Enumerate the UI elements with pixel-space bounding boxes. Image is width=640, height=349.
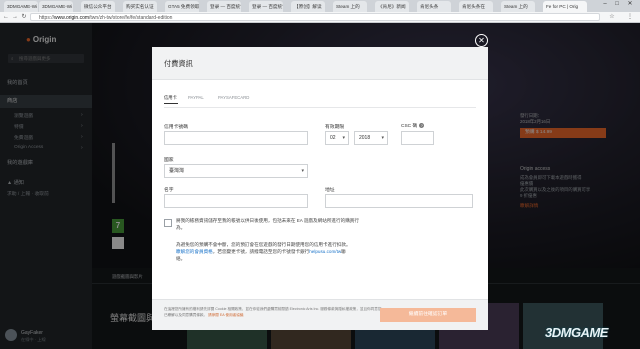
chevron-down-icon: ▾	[381, 135, 384, 141]
back-icon[interactable]: ←	[2, 13, 10, 21]
address-bar: ← → ↻ https://www.origin.com/twn/zh-tw/s…	[0, 12, 640, 23]
address-input[interactable]	[325, 194, 473, 208]
card-number-input[interactable]	[164, 131, 308, 145]
reload-icon[interactable]: ↻	[20, 13, 28, 21]
browser-tab[interactable]: 登录 — 百度统计	[207, 1, 241, 12]
continue-button[interactable]: 繼續前往確認訂單	[380, 308, 476, 322]
url-field[interactable]: https://www.origin.com/twn/zh-tw/store/f…	[30, 13, 600, 21]
help-site-link[interactable]: helpusu.com/tw	[309, 249, 341, 254]
browser-tab[interactable]: 《肯尼》新闻	[375, 1, 409, 12]
modal-header: 付費資訊	[152, 47, 488, 80]
watermark-logo: 3DMGAME	[545, 325, 608, 340]
tab-credit-card[interactable]: 信用卡	[164, 95, 177, 101]
tab-paypal[interactable]: PAYPAL	[188, 95, 204, 100]
browser-tab[interactable]: GTA5 免费领取	[165, 1, 199, 12]
address-label: 地址	[325, 188, 335, 193]
divider	[164, 107, 476, 108]
chevron-down-icon: ▾	[301, 168, 304, 174]
membership-link[interactable]: 瞭解您的會員資格	[176, 249, 213, 254]
close-window-icon[interactable]: ✕	[625, 0, 635, 8]
preorder-note: 為避免您的預購不會中斷，您的預訂會在您遊戲的發行日期使用您的信用卡進行扣款。瞭解…	[176, 242, 351, 261]
minimize-icon[interactable]: –	[600, 0, 610, 8]
csc-input[interactable]	[401, 131, 434, 145]
active-tab-underline	[164, 103, 178, 104]
browser-tab[interactable]: 微信公众平台	[81, 1, 115, 12]
tab-paysafecard[interactable]: PAYSAFECARD	[218, 95, 249, 100]
save-card-text: 將我的帳務資訊儲存至我的帳號以供日後使用，包括未來在 EA 遊戲及網站所進行的購…	[176, 218, 359, 230]
name-label: 名字	[164, 188, 174, 193]
save-card-checkbox[interactable]	[164, 219, 172, 227]
country-label: 國家	[164, 158, 174, 163]
maximize-icon[interactable]: □	[612, 0, 622, 8]
forward-icon[interactable]: →	[11, 13, 19, 21]
modal-title: 付費資訊	[164, 59, 193, 68]
browser-menu-icon[interactable]: ⋮	[626, 13, 634, 21]
card-number-label: 信用卡號碼	[164, 125, 188, 130]
browser-tab-bar: 3DMGAME-Wi 3DMGAME-Wi 微信公众平台 购买实名认证 GTA5…	[0, 0, 640, 12]
browser-tab[interactable]: 购买实名认证	[123, 1, 157, 12]
url-path: /twn/zh-tw/store/fe/fe/standard-edition	[89, 15, 173, 21]
expiry-year-select[interactable]: 2018 ▾	[354, 131, 388, 145]
name-input[interactable]	[164, 194, 308, 208]
url-prefix: https://	[39, 15, 55, 21]
browser-tab[interactable]: 3DMGAME-Wi	[4, 1, 38, 12]
user-agreement-link[interactable]: 請參閱 EA 使用者協議	[208, 313, 243, 317]
expiry-label: 有效期限	[325, 125, 345, 130]
payment-modal: 付費資訊 信用卡 PAYPAL PAYSAFECARD 信用卡號碼 有效期限 0…	[152, 47, 488, 330]
browser-tab[interactable]: 肯尼头条	[417, 1, 451, 12]
chevron-down-icon: ▾	[342, 135, 345, 141]
browser-tab[interactable]: Steam 上的	[501, 1, 535, 12]
browser-tab-active[interactable]: Fe for PC | Orig	[543, 1, 587, 12]
modal-footer: 在這裡您所擁有的權利請先詳閱 Cookie 相關政策、並在你從我們處購買前閱讀 …	[152, 299, 488, 330]
close-icon[interactable]: ✕	[475, 34, 488, 47]
csc-label: CSC 碼?	[401, 123, 425, 129]
url-domain: www.origin.com	[54, 15, 90, 21]
footer-legal-text: 在這裡您所擁有的權利請先詳閱 Cookie 相關政策、並在你從我們處購買前閱讀 …	[164, 307, 382, 317]
help-icon[interactable]: ?	[419, 123, 425, 129]
expiry-month-select[interactable]: 02 ▾	[325, 131, 349, 145]
browser-tab[interactable]: 登录 — 百度统计	[249, 1, 283, 12]
browser-tab[interactable]: 肯尼头条在	[459, 1, 493, 12]
browser-tab[interactable]: 3DMGAME-Wi	[39, 1, 73, 12]
bookmark-star-icon[interactable]: ☆	[608, 13, 616, 21]
browser-tab[interactable]: Steam 上的	[333, 1, 367, 12]
country-select[interactable]: 臺灣灣 ▾	[164, 164, 308, 178]
browser-tab[interactable]: 【原创】解读	[291, 1, 325, 12]
